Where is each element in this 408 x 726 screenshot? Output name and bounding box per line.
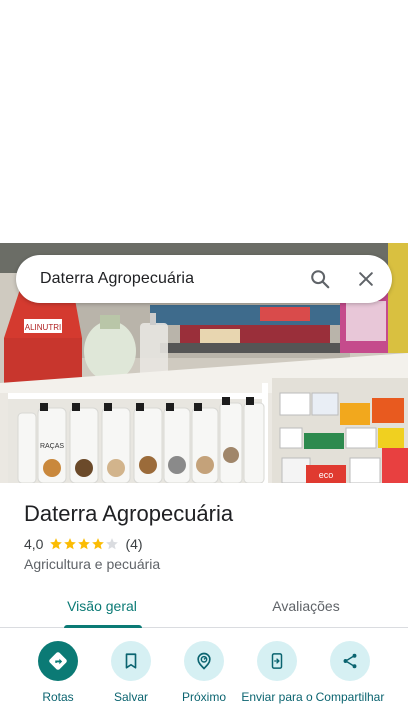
- rating-value: 4,0: [24, 536, 44, 552]
- tab-reviews-label: Avaliações: [272, 598, 340, 614]
- bookmark-icon[interactable]: [111, 641, 151, 681]
- nearby-icon[interactable]: [184, 641, 224, 681]
- save-label: Salvar: [113, 690, 148, 704]
- close-icon[interactable]: [346, 259, 386, 299]
- directions-icon[interactable]: [38, 641, 78, 681]
- active-tab-indicator: [64, 625, 142, 628]
- rating-stars: [49, 537, 119, 551]
- place-title: Daterra Agropecuária: [24, 501, 234, 526]
- search-query[interactable]: Daterra Agropecuária: [40, 270, 300, 288]
- review-count[interactable]: (4): [125, 536, 142, 552]
- map-area: [0, 0, 408, 243]
- action-row: Rotas Salvar Próximo Enviar para o Compa…: [0, 641, 408, 726]
- star-filled-icon: [64, 538, 77, 550]
- nearby-button[interactable]: Próximo: [164, 641, 244, 704]
- directions-label: Rotas: [42, 690, 74, 704]
- star-filled-icon: [92, 538, 105, 550]
- directions-button[interactable]: Rotas: [18, 641, 98, 704]
- place-sheet: ALINUTRI RAÇAS eco Daterra Agropecuária …: [0, 0, 408, 726]
- send-to-phone-icon[interactable]: [257, 641, 297, 681]
- store-sign-text: ALINUTRI: [25, 323, 61, 332]
- star-filled-icon: [78, 538, 91, 550]
- save-button[interactable]: Salvar: [91, 641, 171, 704]
- search-icon[interactable]: [300, 259, 340, 299]
- tab-reviews[interactable]: Avaliações: [204, 585, 408, 627]
- nearby-label: Próximo: [181, 690, 226, 704]
- share-label: Compartilhar: [315, 690, 385, 704]
- tab-overview[interactable]: Visão geral: [0, 585, 204, 628]
- place-category[interactable]: Agricultura e pecuária: [24, 556, 160, 572]
- tab-bar: Visão geral Avaliações: [0, 585, 408, 628]
- rating-row[interactable]: 4,0 (4): [24, 536, 143, 552]
- send-to-phone-button[interactable]: Enviar para o: [237, 641, 317, 704]
- star-filled-icon: [50, 538, 63, 550]
- send-to-phone-label: Enviar para o: [241, 690, 313, 704]
- tab-overview-label: Visão geral: [67, 598, 137, 614]
- box-label-text: eco: [319, 470, 334, 480]
- star-empty-icon: [106, 538, 119, 550]
- search-bar[interactable]: Daterra Agropecuária: [16, 255, 392, 303]
- product-label-text: RAÇAS: [40, 443, 64, 450]
- share-icon[interactable]: [330, 641, 370, 681]
- share-button[interactable]: Compartilhar: [310, 641, 390, 704]
